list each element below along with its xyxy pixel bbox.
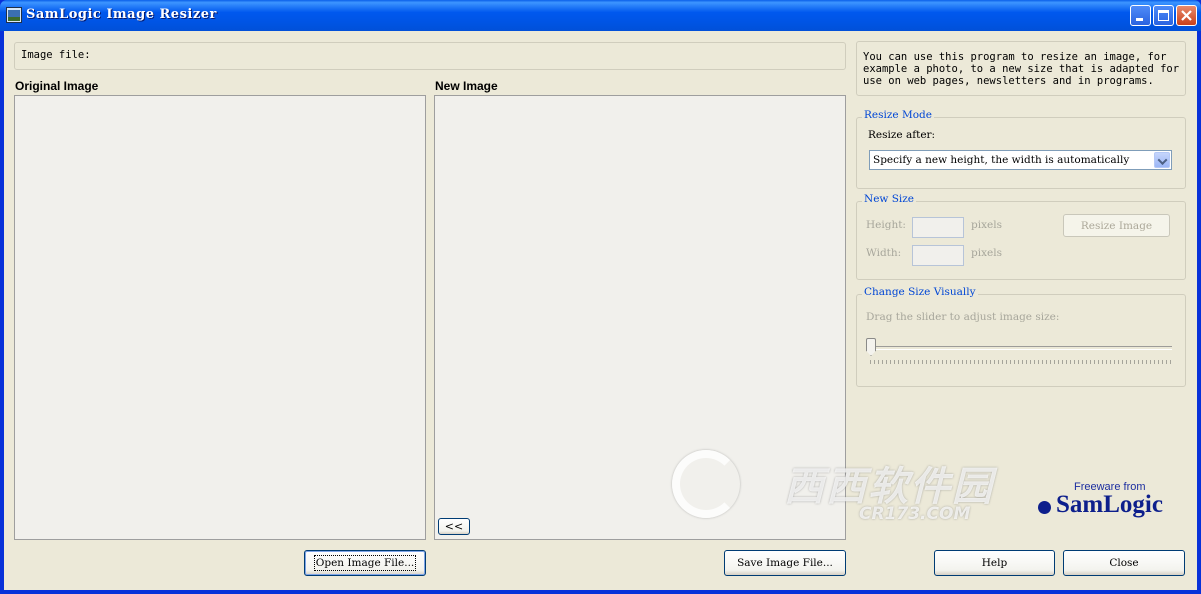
info-box: You can use this program to resize an im… [856,41,1186,96]
original-image-panel [14,95,426,540]
slider-thumb[interactable] [866,338,876,356]
close-window-button[interactable] [1176,5,1197,26]
copy-back-button[interactable]: << [438,518,470,535]
resize-mode-select[interactable]: Specify a new height, the width is autom… [869,150,1172,170]
client-area: Image file: Original Image New Image << … [4,31,1197,590]
height-label: Height: [866,219,906,231]
resize-image-label: Resize Image [1080,219,1153,232]
width-label: Width: [866,247,902,259]
info-line-1: You can use this program to resize an im… [863,51,1167,63]
app-window: SamLogic Image Resizer Image file: Origi… [0,0,1201,594]
copy-back-label: << [444,520,464,533]
minimize-icon [1136,18,1143,21]
new-image-label: New Image [435,79,498,93]
new-image-panel: << [434,95,846,540]
width-unit-label: pixels [971,247,1002,259]
new-size-group [856,201,1186,280]
slider-ticks [870,360,1173,364]
height-input[interactable] [912,217,964,238]
close-label: Close [1109,557,1139,569]
image-file-bar: Image file: [14,42,846,70]
slider-track [870,346,1172,350]
resize-after-label: Resize after: [868,129,936,141]
original-image-label: Original Image [15,79,99,93]
minimize-button[interactable] [1130,5,1151,26]
info-line-2: example a photo, to a new size that is a… [863,63,1180,75]
info-line-3: use on web pages, newsletters and in pro… [863,75,1154,87]
resize-mode-title: Resize Mode [862,109,934,121]
help-button[interactable]: Help [934,550,1055,576]
samlogic-logo: SamLogic [1056,491,1163,518]
resize-mode-value: Specify a new height, the width is autom… [873,154,1130,166]
chevron-down-icon[interactable] [1154,152,1170,168]
size-slider[interactable] [866,336,1174,366]
save-image-label: Save Image File... [737,557,833,569]
watermark-subtext: CR173.COM [859,504,971,524]
width-input[interactable] [912,245,964,266]
slider-hint: Drag the slider to adjust image size: [866,311,1060,323]
app-icon[interactable] [6,7,22,23]
resize-image-button[interactable]: Resize Image [1063,214,1170,237]
height-unit-label: pixels [971,219,1002,231]
samlogic-dot-icon [1038,501,1051,514]
window-title: SamLogic Image Resizer [26,7,217,22]
change-size-title: Change Size Visually [862,286,978,298]
help-label: Help [981,557,1008,569]
maximize-button[interactable] [1153,5,1174,26]
new-size-title: New Size [862,193,917,205]
image-file-label: Image file: [21,49,91,61]
open-image-button[interactable]: Open Image File... [304,550,426,576]
save-image-button[interactable]: Save Image File... [724,550,846,576]
open-image-label: Open Image File... [313,555,417,571]
title-bar[interactable]: SamLogic Image Resizer [0,0,1201,31]
maximize-icon [1158,10,1169,21]
close-button[interactable]: Close [1063,550,1185,576]
close-icon [1181,10,1192,21]
